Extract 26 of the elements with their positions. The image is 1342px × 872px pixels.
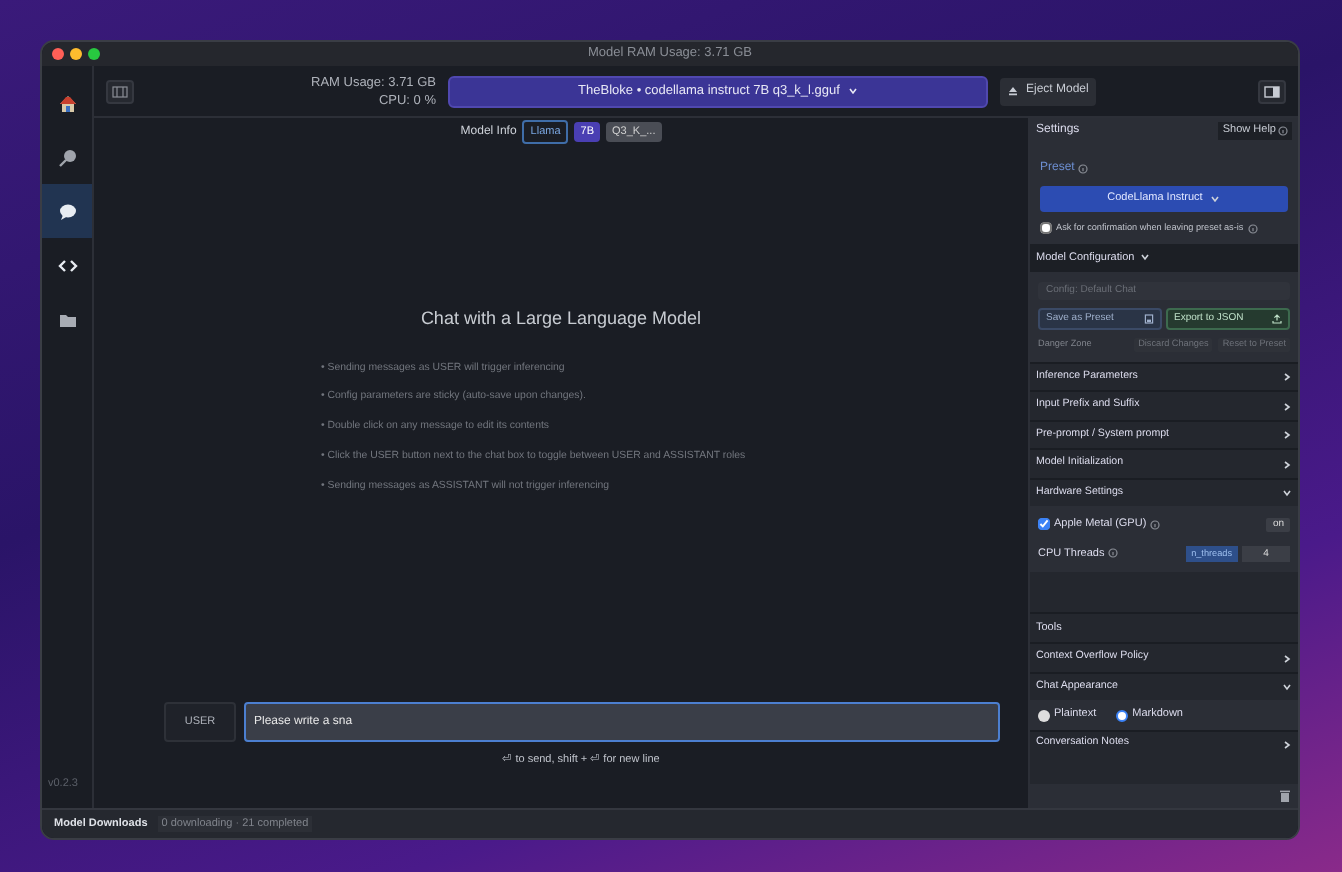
panel-icon	[1264, 85, 1280, 97]
info-icon	[1078, 164, 1089, 174]
chevron-down-icon	[1210, 194, 1221, 204]
gpu-checkbox[interactable]	[1038, 518, 1050, 531]
confirm-checkbox[interactable]	[1040, 222, 1052, 235]
nav-item[interactable]	[42, 184, 92, 238]
info-icon	[1108, 548, 1119, 559]
radio-button[interactable]	[1038, 709, 1050, 722]
panel-toggle-button[interactable]	[1258, 79, 1286, 103]
info-icon	[1278, 126, 1288, 136]
chat-icon	[57, 201, 77, 221]
trash-icon[interactable]	[1280, 790, 1290, 802]
arrows-icon	[57, 255, 77, 275]
sidebar-toggle-button[interactable]	[106, 79, 134, 103]
home-icon	[57, 93, 77, 113]
save-icon	[1144, 313, 1154, 324]
upload-icon	[1272, 313, 1282, 324]
search-icon	[57, 147, 77, 167]
sidebar-icon	[112, 85, 128, 97]
info-icon	[1247, 223, 1258, 234]
info-icon	[1150, 519, 1161, 530]
radio-button[interactable]	[1116, 709, 1129, 722]
chat-heading: Chat with a Large Language Model	[420, 306, 702, 332]
eject-icon	[1008, 86, 1018, 96]
chevron-down-icon	[847, 86, 858, 96]
folder-icon	[57, 309, 77, 329]
